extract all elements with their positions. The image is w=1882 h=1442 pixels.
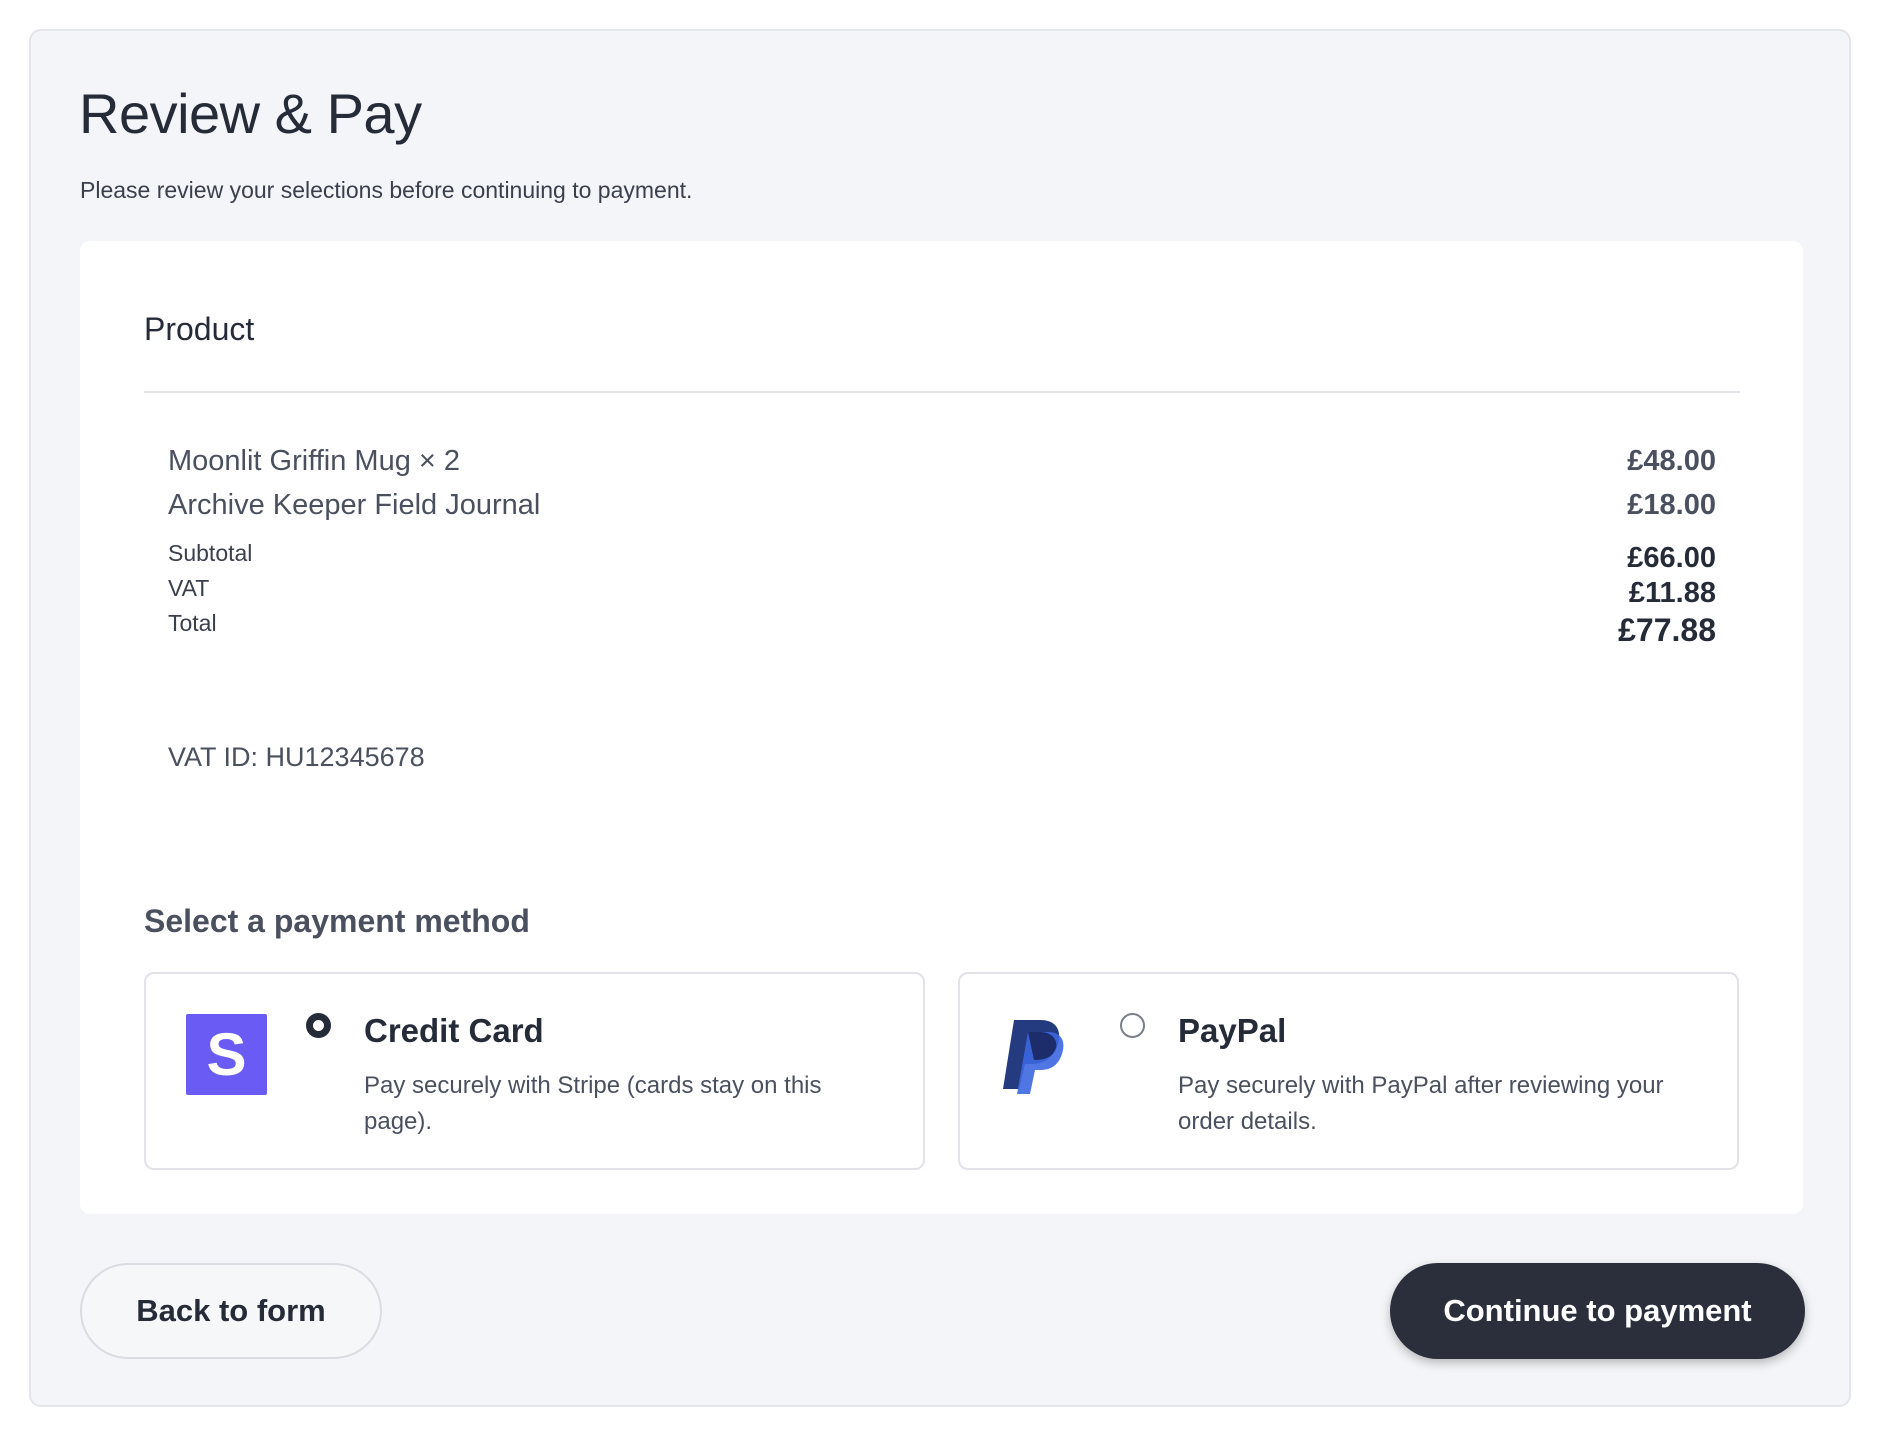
payment-method-heading: Select a payment method	[144, 903, 530, 939]
vat-label: VAT	[168, 575, 210, 601]
subtotal-row: Subtotal £66.00	[168, 540, 1716, 574]
review-page: Review & Pay Please review your selectio…	[29, 29, 1851, 1407]
paypal-description: Pay securely with PayPal after reviewing…	[1178, 1072, 1664, 1135]
divider	[144, 391, 1740, 393]
continue-to-payment-button[interactable]: Continue to payment	[1390, 1263, 1805, 1359]
total-row: Total £77.88	[168, 610, 1716, 650]
paypal-logo-icon	[1003, 1020, 1064, 1094]
payment-option-paypal[interactable]: PayPal Pay securely with PayPal after re…	[958, 972, 1739, 1170]
back-to-form-button[interactable]: Back to form	[80, 1263, 382, 1359]
line-item: Archive Keeper Field Journal £18.00	[168, 489, 1716, 529]
stripe-logo-icon: S	[186, 1014, 267, 1095]
credit-card-description: Pay securely with Stripe (cards stay on …	[364, 1072, 822, 1135]
line-item-price: £18.00	[1627, 489, 1716, 521]
line-item-name: Moonlit Griffin Mug × 2	[168, 445, 461, 477]
line-item: Moonlit Griffin Mug × 2 £48.00	[168, 445, 1716, 485]
total-value: £77.88	[1618, 612, 1716, 648]
payment-option-credit-card[interactable]: S Credit Card Pay securely with Stripe (…	[144, 972, 925, 1170]
line-item-name: Archive Keeper Field Journal	[168, 489, 541, 521]
order-summary-card: Product Moonlit Griffin Mug × 2 £48.00 A…	[80, 241, 1803, 1214]
subtotal-value: £66.00	[1627, 542, 1716, 574]
credit-card-radio[interactable]	[306, 1013, 331, 1038]
page-subtitle: Please review your selections before con…	[80, 177, 693, 203]
page-title: Review & Pay	[79, 82, 422, 145]
stripe-logo-letter: S	[206, 1020, 247, 1088]
paypal-title: PayPal	[1178, 1012, 1287, 1049]
line-item-price: £48.00	[1627, 445, 1716, 477]
paypal-radio[interactable]	[1120, 1013, 1145, 1038]
vat-value: £11.88	[1628, 577, 1716, 609]
subtotal-label: Subtotal	[168, 540, 253, 566]
product-section-heading: Product	[144, 311, 255, 347]
vat-id: VAT ID: HU12345678	[168, 742, 425, 772]
vat-row: VAT £11.88	[168, 575, 1716, 609]
total-label: Total	[168, 610, 217, 636]
credit-card-title: Credit Card	[364, 1012, 544, 1049]
